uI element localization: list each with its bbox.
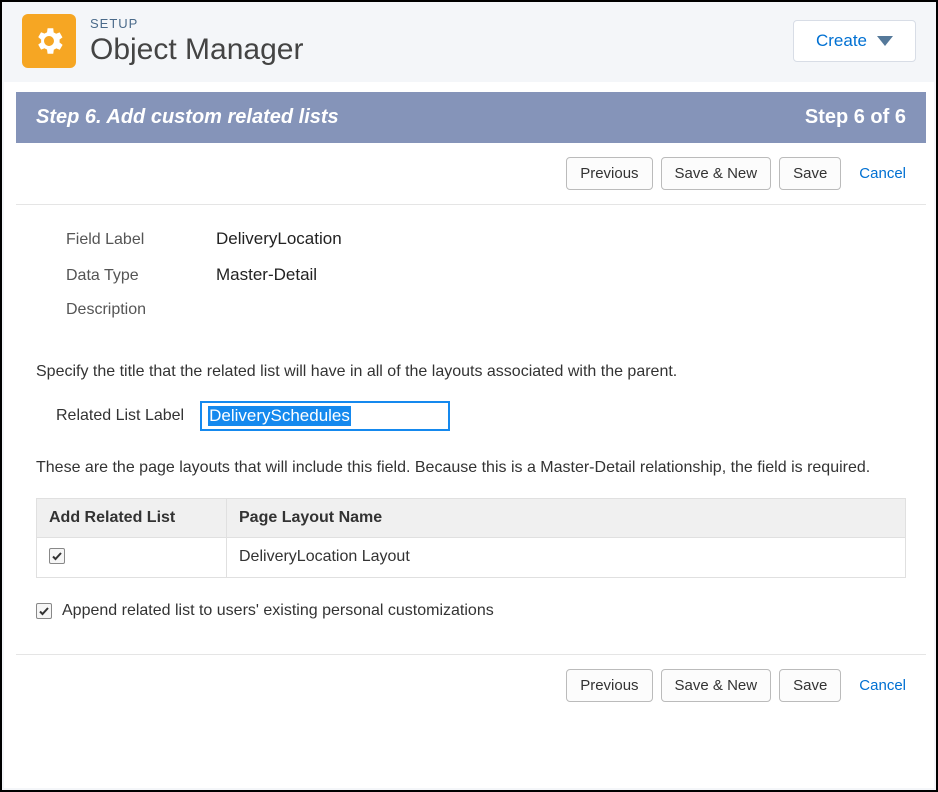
instruction-2: These are the page layouts that will inc… bbox=[36, 457, 906, 479]
gear-icon bbox=[22, 14, 76, 68]
field-label-value: DeliveryLocation bbox=[216, 229, 342, 249]
previous-button-bottom[interactable]: Previous bbox=[566, 669, 652, 702]
step-title: Step 6. Add custom related lists bbox=[36, 106, 339, 129]
content-scroll[interactable]: Step 6. Add custom related lists Step 6 … bbox=[16, 92, 930, 784]
step-counter: Step 6 of 6 bbox=[805, 106, 906, 129]
setup-label: SETUP bbox=[90, 16, 303, 31]
table-row: DeliveryLocation Layout bbox=[37, 538, 905, 577]
step-header: Step 6. Add custom related lists Step 6 … bbox=[16, 92, 926, 143]
append-label: Append related list to users' existing p… bbox=[62, 602, 494, 620]
instruction-1: Specify the title that the related list … bbox=[36, 361, 906, 383]
layouts-table: Add Related List Page Layout Name Delive… bbox=[36, 498, 906, 578]
table-header-add: Add Related List bbox=[37, 499, 227, 537]
data-type-label: Data Type bbox=[66, 267, 216, 285]
previous-button[interactable]: Previous bbox=[566, 157, 652, 190]
save-button-bottom[interactable]: Save bbox=[779, 669, 841, 702]
bottom-button-row: Previous Save & New Save Cancel bbox=[16, 655, 926, 712]
table-header-name: Page Layout Name bbox=[227, 499, 905, 537]
create-button-label: Create bbox=[816, 31, 867, 51]
row-layout-name: DeliveryLocation Layout bbox=[227, 538, 905, 577]
save-button[interactable]: Save bbox=[779, 157, 841, 190]
page-header: SETUP Object Manager Create bbox=[2, 2, 936, 82]
description-label: Description bbox=[66, 301, 216, 319]
related-list-label-input[interactable]: DeliverySchedules bbox=[200, 401, 450, 431]
cancel-link-bottom[interactable]: Cancel bbox=[859, 677, 906, 694]
row-checkbox[interactable] bbox=[49, 548, 65, 564]
data-type-value: Master-Detail bbox=[216, 265, 317, 285]
top-button-row: Previous Save & New Save Cancel bbox=[16, 143, 926, 204]
field-label-label: Field Label bbox=[66, 231, 216, 249]
cancel-link[interactable]: Cancel bbox=[859, 165, 906, 182]
append-checkbox[interactable] bbox=[36, 603, 52, 619]
save-and-new-button[interactable]: Save & New bbox=[661, 157, 772, 190]
page-title: Object Manager bbox=[90, 33, 303, 67]
related-list-label-value: DeliverySchedules bbox=[208, 406, 351, 426]
save-and-new-button-bottom[interactable]: Save & New bbox=[661, 669, 772, 702]
chevron-down-icon bbox=[877, 36, 893, 46]
related-list-label-label: Related List Label bbox=[56, 407, 184, 425]
create-button[interactable]: Create bbox=[793, 20, 916, 62]
